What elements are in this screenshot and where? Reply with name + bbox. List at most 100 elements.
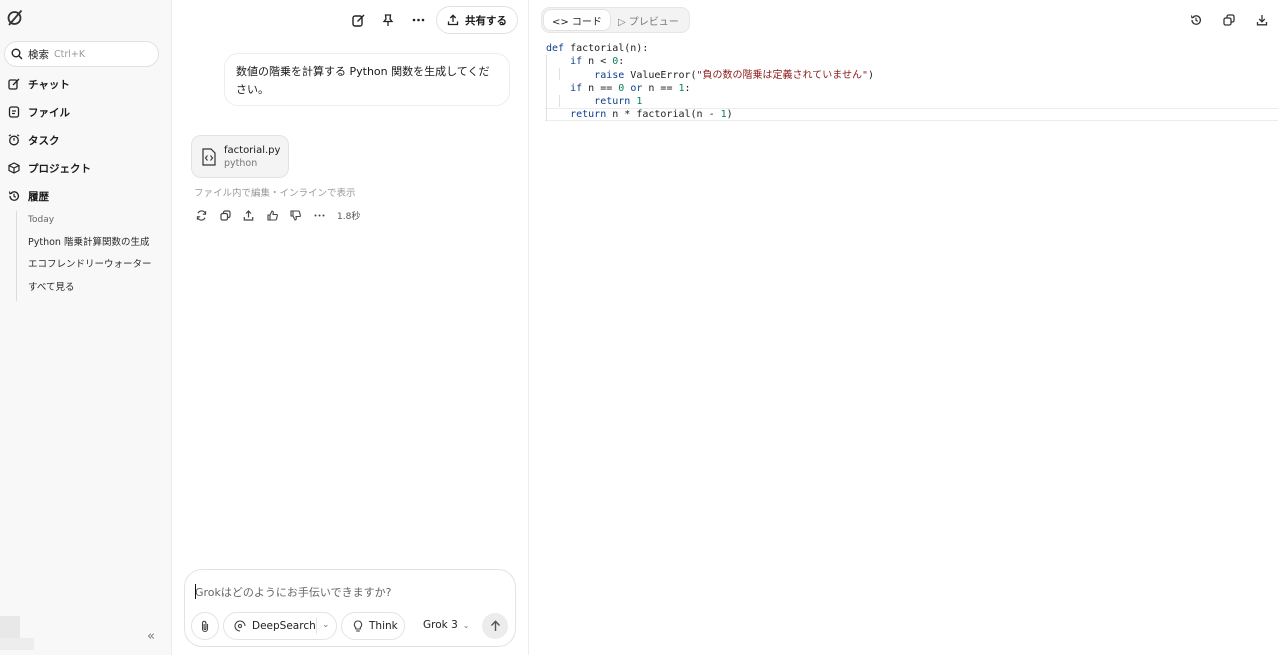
view-tabs: <> コード ▷ プレビュー [541, 7, 690, 33]
download-icon [1256, 15, 1267, 26]
code-token: if [570, 82, 583, 94]
version-history-button[interactable] [1179, 10, 1212, 30]
message-input[interactable]: Grokはどのようにお手伝いできますか? [195, 584, 391, 600]
send-button[interactable] [482, 613, 508, 639]
chat-panel: 共有する 数値の階乗を計算する Python 関数を生成してください。 fact… [172, 0, 528, 655]
sidebar-item-label: ファイル [28, 106, 70, 119]
pin-icon [382, 13, 394, 26]
sidebar-item-chat[interactable]: チャット [8, 74, 70, 94]
code-line: if n < 0: [546, 55, 874, 68]
more-horizontal-icon [412, 18, 424, 22]
history-icon [8, 191, 20, 201]
file-hint-text: ファイル内で編集・インラインで表示 [194, 188, 356, 199]
history-list: Today Python 階乗計算関数の生成 エコフレンドリーウォーター すべて… [16, 211, 166, 301]
sidebar-item-history[interactable]: 履歴 [8, 186, 49, 206]
history-item[interactable]: エコフレンドリーウォーター [17, 256, 166, 279]
edit-icon [351, 14, 364, 27]
sidebar: 検索 Ctrl+K チャット ファイル タスク プロジェクト 履歴 Today … [0, 0, 172, 655]
upload-icon [243, 209, 254, 221]
avatar[interactable] [0, 616, 20, 638]
sidebar-item-label: チャット [28, 78, 70, 91]
deepsearch-icon [234, 620, 246, 632]
deepsearch-button[interactable]: DeepSearch ⌄ [223, 612, 337, 640]
think-button[interactable]: Think [341, 612, 405, 640]
sidebar-item-label: プロジェクト [28, 162, 91, 175]
file-attachment-card[interactable]: factorial.py python [191, 135, 289, 178]
history-see-all-link[interactable]: すべて見る [17, 279, 166, 302]
thumbs-down-button[interactable] [284, 207, 308, 223]
share-response-button[interactable] [237, 207, 261, 223]
response-actions: 1.8秒 [190, 207, 360, 223]
code-token: 1 [636, 96, 643, 108]
regenerate-button[interactable] [190, 207, 214, 223]
attach-button[interactable] [191, 612, 219, 640]
chat-toolbar: 共有する [346, 6, 518, 34]
more-horizontal-icon [314, 214, 325, 216]
history-group-label: Today [28, 215, 55, 225]
search-shortcut: Ctrl+K [54, 48, 86, 60]
code-token: return [570, 109, 607, 121]
code-line: if n == 0 or n == 1: [546, 82, 874, 95]
thumbs-up-icon [267, 209, 278, 221]
code-editor[interactable]: def factorial(n): if n < 0: raise ValueE… [546, 42, 874, 122]
thumbs-up-button[interactable] [261, 207, 285, 223]
more-response-button[interactable] [308, 207, 332, 223]
thumbs-down-icon [290, 209, 302, 221]
code-token: if [570, 56, 583, 68]
copy-icon [220, 209, 231, 221]
more-button[interactable] [406, 7, 430, 33]
code-token: or [630, 82, 643, 94]
search-button[interactable]: 検索 Ctrl+K [4, 41, 159, 67]
copy-code-button[interactable] [1212, 10, 1245, 30]
pin-button[interactable] [376, 7, 400, 33]
code-token: ) [867, 69, 875, 81]
alarm-clock-icon [8, 134, 20, 146]
code-token: n * factorial(n - [606, 109, 721, 121]
download-button[interactable] [1245, 10, 1278, 30]
paperclip-icon [201, 620, 209, 632]
code-token: ValueError( [624, 69, 697, 81]
file-icon [8, 106, 20, 118]
divider [316, 618, 317, 634]
code-token: : [684, 82, 691, 94]
response-time: 1.8秒 [337, 211, 361, 222]
user-name-placeholder [0, 638, 34, 650]
share-label: 共有する [465, 14, 507, 27]
tab-preview[interactable]: ▷ プレビュー [610, 10, 687, 30]
sidebar-item-files[interactable]: ファイル [8, 102, 70, 122]
code-file-icon [202, 147, 216, 166]
code-line: return n * factorial(n - 1) [546, 108, 874, 121]
collapse-sidebar-icon[interactable]: « [147, 629, 155, 644]
new-chat-button[interactable] [346, 7, 370, 33]
sidebar-item-projects[interactable]: プロジェクト [8, 158, 91, 178]
share-button[interactable]: 共有する [436, 6, 518, 34]
code-panel-toolbar [1179, 10, 1278, 30]
text-caret [195, 584, 196, 599]
model-label: Grok 3 [423, 619, 458, 631]
model-selector[interactable]: Grok 3 ⌄ [423, 619, 469, 631]
code-line: raise ValueError("負の数の階乗は定義されていません") [546, 69, 874, 82]
refresh-icon [197, 209, 207, 221]
code-line: def factorial(n): [546, 42, 874, 55]
sidebar-item-tasks[interactable]: タスク [8, 130, 60, 150]
search-icon [11, 48, 23, 60]
grok-logo-icon[interactable] [6, 8, 24, 28]
cube-icon [8, 162, 20, 174]
chevron-down-icon[interactable]: ⌄ [322, 620, 330, 630]
code-panel: <> コード ▷ プレビュー def factorial(n): if n < … [528, 0, 1278, 655]
think-label: Think [369, 620, 398, 632]
code-token: raise [594, 69, 625, 81]
user-message-bubble: 数値の階乗を計算する Python 関数を生成してください。 [224, 53, 510, 106]
code-token: n == [642, 82, 679, 94]
history-item[interactable]: Python 階乗計算関数の生成 [17, 234, 166, 257]
file-language: python [224, 157, 258, 169]
code-token: ) [726, 109, 733, 121]
code-token: n < [582, 56, 613, 68]
copy-button[interactable] [214, 207, 238, 223]
sidebar-item-label: タスク [28, 134, 60, 147]
tab-code[interactable]: <> コード [544, 10, 610, 30]
